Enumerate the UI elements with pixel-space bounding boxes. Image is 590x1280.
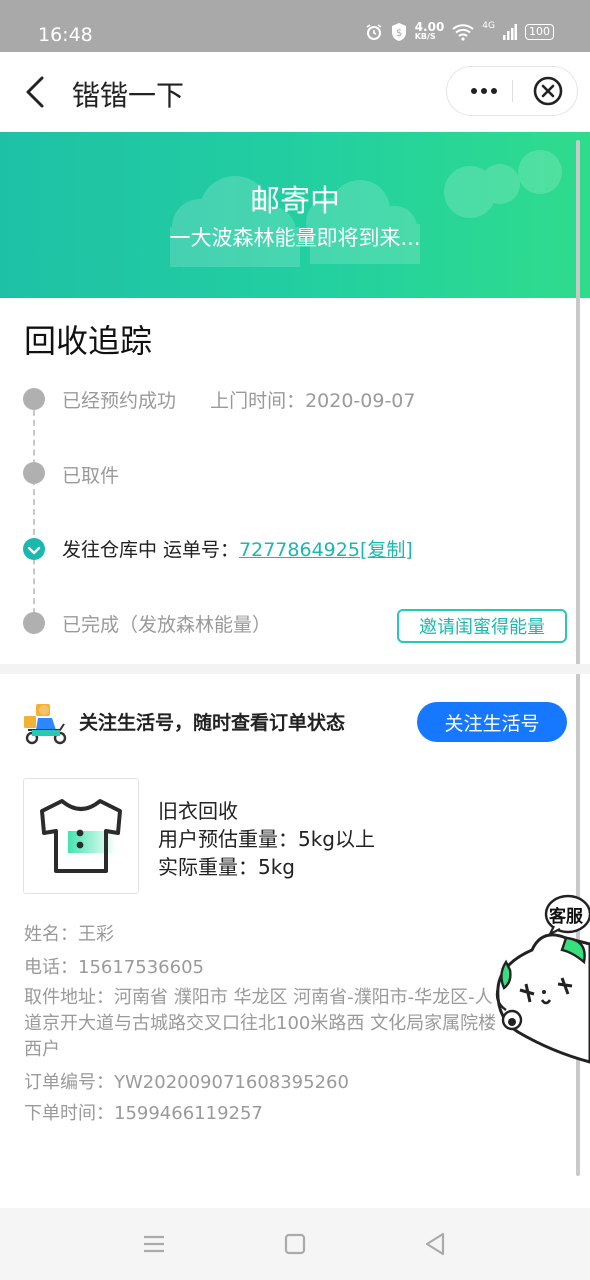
- step-label: 发往仓库中 运单号：: [62, 539, 240, 561]
- banner-subtitle: 一大波森林能量即将到来...: [169, 226, 421, 250]
- menu-icon[interactable]: [134, 1228, 174, 1260]
- status-banner: 邮寄中 一大波森林能量即将到来...: [0, 132, 590, 298]
- timeline-dot-active: [23, 538, 45, 560]
- order-number: 订单编号：YW202009071608395260: [24, 1072, 349, 1093]
- follow-life-account-button[interactable]: 关注生活号: [417, 702, 567, 742]
- timeline-dot: [23, 612, 45, 634]
- product-estimated-weight: 用户预估重量：5kg以上: [158, 827, 376, 851]
- timeline-step: 已取件: [62, 461, 119, 488]
- timeline-dot: [23, 462, 45, 484]
- signal-icon: [503, 24, 517, 40]
- network-type: 4G: [482, 21, 495, 31]
- svg-text:$: $: [396, 28, 402, 39]
- battery-icon: 100: [525, 24, 554, 40]
- wifi-icon: [452, 24, 474, 41]
- more-icon[interactable]: [457, 67, 511, 115]
- nav-bar: 锴锴一下: [0, 52, 590, 132]
- section-divider: [0, 664, 590, 674]
- status-bar: 16:48 $ 4.00 KB/S 4G 100: [0, 0, 590, 52]
- net-speed: 4.00 KB/S: [414, 20, 445, 41]
- battery-level: 100: [529, 25, 550, 38]
- step-label: 已完成（发放森林能量）: [62, 614, 272, 636]
- contact-phone: 电话：15617536605: [24, 957, 204, 978]
- page-title: 锴锴一下: [72, 79, 185, 112]
- waybill-number-link[interactable]: 7277864925: [239, 539, 360, 561]
- customer-service-button[interactable]: 客服: [492, 892, 590, 1070]
- alarm-icon: [366, 24, 382, 40]
- tshirt-icon: [40, 799, 122, 873]
- delivery-scooter-icon: [24, 704, 67, 745]
- banner-title: 邮寄中: [250, 184, 340, 219]
- product-actual-weight: 实际重量：5kg: [158, 855, 296, 879]
- contact-name: 姓名：王彩: [24, 924, 114, 945]
- check-icon: [27, 546, 41, 555]
- product-image: [23, 778, 139, 894]
- close-circle-icon[interactable]: [531, 74, 565, 108]
- back-triangle-icon[interactable]: [415, 1228, 455, 1260]
- step-label: 已经预约成功: [62, 390, 177, 412]
- back-arrow-icon[interactable]: [18, 72, 54, 112]
- copy-waybill-link[interactable]: [复制]: [360, 539, 413, 561]
- status-icons: $ 4.00 KB/S 4G 100: [365, 20, 554, 42]
- shield-icon: $: [391, 23, 406, 41]
- capsule-separator: [512, 80, 513, 102]
- order-time: 下单时间：1599466119257: [24, 1103, 263, 1124]
- pickup-address: 取件地址：河南省 濮阳市 华龙区 河南省-濮阳市-华龙区-人道京开大道与古城路交…: [24, 987, 497, 1060]
- status-time: 16:48: [38, 24, 93, 46]
- timeline-step: 已经预约成功 上门时间：2020-09-07: [62, 386, 415, 413]
- system-nav-bar: [0, 1208, 590, 1280]
- timeline-dot: [23, 388, 45, 410]
- timeline-connector: [33, 400, 35, 624]
- home-icon[interactable]: [275, 1228, 315, 1260]
- step-label: 已取件: [62, 465, 120, 487]
- customer-service-label: 客服: [549, 907, 583, 927]
- timeline-step: 已完成（发放森林能量）: [62, 610, 271, 637]
- invite-friend-button[interactable]: 邀请闺蜜得能量: [397, 609, 567, 643]
- step-pickup-time: 上门时间：2020-09-07: [210, 390, 416, 412]
- tracking-title: 回收追踪: [24, 322, 153, 360]
- product-name: 旧衣回收: [158, 799, 238, 823]
- timeline-step: 发往仓库中 运单号：7277864925[复制]: [62, 535, 413, 562]
- mini-program-capsule: [446, 66, 578, 116]
- follow-prompt-text: 关注生活号，随时查看订单状态: [79, 712, 346, 734]
